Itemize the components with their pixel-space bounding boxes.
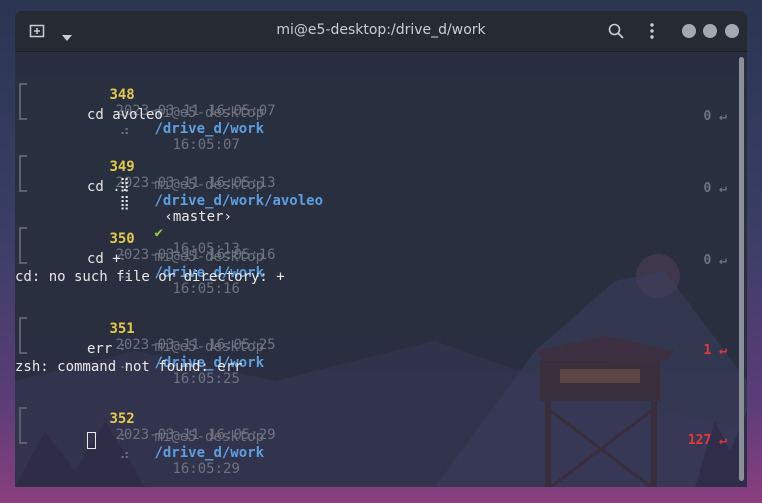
maximize-button[interactable] xyxy=(703,24,717,38)
close-button[interactable] xyxy=(725,24,739,38)
tree-line xyxy=(19,227,21,263)
tree-line xyxy=(19,442,27,444)
user-host: mi@e5-desktop xyxy=(154,429,265,445)
terminal-window: mi@e5-desktop:/drive_d/work 348 2023-03-… xyxy=(15,11,747,487)
tree-line xyxy=(19,317,27,319)
return-icon: ↵ xyxy=(719,343,727,358)
prompt-time: 16:05:29 xyxy=(172,461,240,477)
command-text: err xyxy=(87,341,113,357)
tree-line xyxy=(19,83,21,119)
tree-line xyxy=(19,262,27,264)
window-title: mi@e5-desktop:/drive_d/work xyxy=(276,22,486,38)
scrollbar[interactable] xyxy=(739,57,744,481)
dots-icon: ⣿ xyxy=(119,195,130,211)
exit-status: 0 ↵ xyxy=(704,253,727,268)
tree-line xyxy=(19,407,27,409)
user-host: mi@e5-desktop xyxy=(154,249,265,265)
text-cursor[interactable] xyxy=(87,432,96,449)
user-host: mi@e5-desktop xyxy=(154,339,265,355)
tree-line xyxy=(19,83,27,85)
menu-icon[interactable] xyxy=(649,22,655,40)
tree-line xyxy=(19,407,21,443)
tree-line xyxy=(19,227,27,229)
return-icon: ↵ xyxy=(719,109,727,124)
user-host: mi@e5-desktop xyxy=(154,105,265,121)
exit-code: 0 xyxy=(703,181,712,196)
exit-status: 0 ↵ xyxy=(704,109,727,124)
return-icon: ↵ xyxy=(719,253,727,268)
search-icon[interactable] xyxy=(607,22,625,40)
tree-line xyxy=(19,155,21,191)
exit-status: 0 ↵ xyxy=(704,181,727,196)
cwd-path: /drive_d/work/avoleo xyxy=(154,193,324,209)
dots-icon: ⠴ xyxy=(119,123,130,139)
exit-code: 127 xyxy=(687,433,712,448)
dots-icon: ⠴ xyxy=(119,447,130,463)
command-text: cd .. xyxy=(87,179,130,195)
tree-line xyxy=(19,155,27,157)
exit-code: 0 xyxy=(703,253,712,268)
cwd-path: /drive_d/work xyxy=(154,121,265,137)
minimize-button[interactable] xyxy=(682,24,696,38)
command-output: zsh: command not found: err xyxy=(15,359,243,375)
exit-code: 0 xyxy=(703,109,712,124)
tree-line xyxy=(19,190,27,192)
terminal-output[interactable]: 348 2023-03-11 16:05:07 ⠆ mi@e5-desktop … xyxy=(15,51,747,487)
title-bar: mi@e5-desktop:/drive_d/work xyxy=(15,11,747,52)
tree-line xyxy=(19,317,21,353)
tree-line xyxy=(19,118,27,120)
command-text: cd + xyxy=(87,251,121,267)
tree-line xyxy=(19,352,27,354)
command-output: cd: no such file or directory: + xyxy=(15,269,285,285)
return-icon: ↵ xyxy=(719,433,727,448)
user-host: mi@e5-desktop xyxy=(154,177,265,193)
exit-status: 127 ↵ xyxy=(688,433,727,448)
cwd-path: /drive_d/work xyxy=(154,445,265,461)
exit-code: 1 xyxy=(703,343,712,358)
command-text: cd avoleo xyxy=(87,107,163,123)
return-icon: ↵ xyxy=(719,181,727,196)
exit-status: 1 ↵ xyxy=(704,343,727,358)
